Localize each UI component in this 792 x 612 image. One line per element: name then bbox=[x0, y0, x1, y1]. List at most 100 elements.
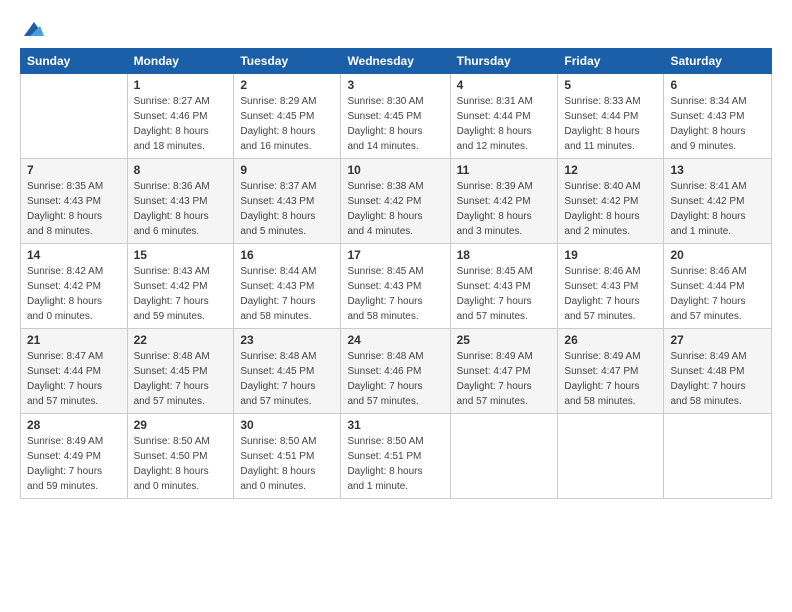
day-info: Sunrise: 8:48 AM Sunset: 4:45 PM Dayligh… bbox=[240, 349, 334, 409]
day-info: Sunrise: 8:41 AM Sunset: 4:42 PM Dayligh… bbox=[670, 179, 765, 239]
day-info: Sunrise: 8:40 AM Sunset: 4:42 PM Dayligh… bbox=[564, 179, 657, 239]
week-row-5: 28 Sunrise: 8:49 AM Sunset: 4:49 PM Dayli… bbox=[21, 414, 772, 499]
day-cell: 18 Sunrise: 8:45 AM Sunset: 4:43 PM Dayli… bbox=[450, 244, 558, 329]
day-cell: 10 Sunrise: 8:38 AM Sunset: 4:42 PM Dayli… bbox=[341, 159, 450, 244]
day-number: 15 bbox=[134, 248, 228, 262]
day-info: Sunrise: 8:48 AM Sunset: 4:45 PM Dayligh… bbox=[134, 349, 228, 409]
day-info: Sunrise: 8:50 AM Sunset: 4:51 PM Dayligh… bbox=[347, 434, 443, 494]
day-cell: 22 Sunrise: 8:48 AM Sunset: 4:45 PM Dayli… bbox=[127, 329, 234, 414]
day-cell: 30 Sunrise: 8:50 AM Sunset: 4:51 PM Dayli… bbox=[234, 414, 341, 499]
day-info: Sunrise: 8:27 AM Sunset: 4:46 PM Dayligh… bbox=[134, 94, 228, 154]
day-info: Sunrise: 8:48 AM Sunset: 4:46 PM Dayligh… bbox=[347, 349, 443, 409]
day-cell: 13Sunrise: 8:41 AM Sunset: 4:42 PM Dayli… bbox=[664, 159, 772, 244]
day-info: Sunrise: 8:42 AM Sunset: 4:42 PM Dayligh… bbox=[27, 264, 121, 324]
day-number: 17 bbox=[347, 248, 443, 262]
day-number: 18 bbox=[457, 248, 552, 262]
day-info: Sunrise: 8:30 AM Sunset: 4:45 PM Dayligh… bbox=[347, 94, 443, 154]
day-number: 27 bbox=[670, 333, 765, 347]
day-info: Sunrise: 8:50 AM Sunset: 4:51 PM Dayligh… bbox=[240, 434, 334, 494]
col-header-saturday: Saturday bbox=[664, 49, 772, 74]
day-cell: 19 Sunrise: 8:46 AM Sunset: 4:43 PM Dayli… bbox=[558, 244, 664, 329]
day-info: Sunrise: 8:31 AM Sunset: 4:44 PM Dayligh… bbox=[457, 94, 552, 154]
day-number: 4 bbox=[457, 78, 552, 92]
day-number: 29 bbox=[134, 418, 228, 432]
calendar-table: SundayMondayTuesdayWednesdayThursdayFrid… bbox=[20, 48, 772, 499]
day-number: 10 bbox=[347, 163, 443, 177]
day-number: 9 bbox=[240, 163, 334, 177]
day-info: Sunrise: 8:35 AM Sunset: 4:43 PM Dayligh… bbox=[27, 179, 121, 239]
day-info: Sunrise: 8:49 AM Sunset: 4:47 PM Dayligh… bbox=[457, 349, 552, 409]
header-row: SundayMondayTuesdayWednesdayThursdayFrid… bbox=[21, 49, 772, 74]
day-cell: 2 Sunrise: 8:29 AM Sunset: 4:45 PM Daylig… bbox=[234, 74, 341, 159]
day-info: Sunrise: 8:39 AM Sunset: 4:42 PM Dayligh… bbox=[457, 179, 552, 239]
day-number: 19 bbox=[564, 248, 657, 262]
day-cell: 20 Sunrise: 8:46 AM Sunset: 4:44 PM Dayli… bbox=[664, 244, 772, 329]
day-number: 7 bbox=[27, 163, 121, 177]
day-cell: 17 Sunrise: 8:45 AM Sunset: 4:43 PM Dayli… bbox=[341, 244, 450, 329]
day-info: Sunrise: 8:29 AM Sunset: 4:45 PM Dayligh… bbox=[240, 94, 334, 154]
day-cell: 27 Sunrise: 8:49 AM Sunset: 4:48 PM Dayli… bbox=[664, 329, 772, 414]
day-cell: 6 Sunrise: 8:34 AM Sunset: 4:43 PM Daylig… bbox=[664, 74, 772, 159]
col-header-friday: Friday bbox=[558, 49, 664, 74]
day-cell: 25 Sunrise: 8:49 AM Sunset: 4:47 PM Dayli… bbox=[450, 329, 558, 414]
day-info: Sunrise: 8:45 AM Sunset: 4:43 PM Dayligh… bbox=[347, 264, 443, 324]
week-row-3: 14 Sunrise: 8:42 AM Sunset: 4:42 PM Dayli… bbox=[21, 244, 772, 329]
day-number: 2 bbox=[240, 78, 334, 92]
col-header-wednesday: Wednesday bbox=[341, 49, 450, 74]
day-number: 28 bbox=[27, 418, 121, 432]
day-info: Sunrise: 8:46 AM Sunset: 4:44 PM Dayligh… bbox=[670, 264, 765, 324]
day-number: 16 bbox=[240, 248, 334, 262]
logo-icon bbox=[22, 18, 46, 42]
day-cell: 11Sunrise: 8:39 AM Sunset: 4:42 PM Dayli… bbox=[450, 159, 558, 244]
logo bbox=[20, 18, 46, 38]
day-cell bbox=[664, 414, 772, 499]
day-cell: 3 Sunrise: 8:30 AM Sunset: 4:45 PM Daylig… bbox=[341, 74, 450, 159]
day-info: Sunrise: 8:45 AM Sunset: 4:43 PM Dayligh… bbox=[457, 264, 552, 324]
day-number: 14 bbox=[27, 248, 121, 262]
day-cell: 21 Sunrise: 8:47 AM Sunset: 4:44 PM Dayli… bbox=[21, 329, 128, 414]
day-cell bbox=[450, 414, 558, 499]
day-info: Sunrise: 8:49 AM Sunset: 4:49 PM Dayligh… bbox=[27, 434, 121, 494]
day-info: Sunrise: 8:47 AM Sunset: 4:44 PM Dayligh… bbox=[27, 349, 121, 409]
day-info: Sunrise: 8:46 AM Sunset: 4:43 PM Dayligh… bbox=[564, 264, 657, 324]
day-number: 5 bbox=[564, 78, 657, 92]
day-cell: 9 Sunrise: 8:37 AM Sunset: 4:43 PM Daylig… bbox=[234, 159, 341, 244]
day-number: 3 bbox=[347, 78, 443, 92]
day-cell bbox=[558, 414, 664, 499]
col-header-sunday: Sunday bbox=[21, 49, 128, 74]
day-info: Sunrise: 8:49 AM Sunset: 4:47 PM Dayligh… bbox=[564, 349, 657, 409]
day-info: Sunrise: 8:43 AM Sunset: 4:42 PM Dayligh… bbox=[134, 264, 228, 324]
week-row-2: 7 Sunrise: 8:35 AM Sunset: 4:43 PM Daylig… bbox=[21, 159, 772, 244]
col-header-tuesday: Tuesday bbox=[234, 49, 341, 74]
day-cell: 5Sunrise: 8:33 AM Sunset: 4:44 PM Daylig… bbox=[558, 74, 664, 159]
day-info: Sunrise: 8:37 AM Sunset: 4:43 PM Dayligh… bbox=[240, 179, 334, 239]
day-info: Sunrise: 8:36 AM Sunset: 4:43 PM Dayligh… bbox=[134, 179, 228, 239]
day-number: 26 bbox=[564, 333, 657, 347]
day-number: 25 bbox=[457, 333, 552, 347]
calendar-page: SundayMondayTuesdayWednesdayThursdayFrid… bbox=[0, 0, 792, 612]
day-cell bbox=[21, 74, 128, 159]
page-header bbox=[20, 18, 772, 38]
day-number: 30 bbox=[240, 418, 334, 432]
day-cell: 1Sunrise: 8:27 AM Sunset: 4:46 PM Daylig… bbox=[127, 74, 234, 159]
day-info: Sunrise: 8:49 AM Sunset: 4:48 PM Dayligh… bbox=[670, 349, 765, 409]
week-row-4: 21 Sunrise: 8:47 AM Sunset: 4:44 PM Dayli… bbox=[21, 329, 772, 414]
day-number: 6 bbox=[670, 78, 765, 92]
day-number: 31 bbox=[347, 418, 443, 432]
day-cell: 12 Sunrise: 8:40 AM Sunset: 4:42 PM Dayli… bbox=[558, 159, 664, 244]
day-info: Sunrise: 8:38 AM Sunset: 4:42 PM Dayligh… bbox=[347, 179, 443, 239]
day-cell: 16Sunrise: 8:44 AM Sunset: 4:43 PM Dayli… bbox=[234, 244, 341, 329]
col-header-monday: Monday bbox=[127, 49, 234, 74]
day-number: 21 bbox=[27, 333, 121, 347]
day-number: 12 bbox=[564, 163, 657, 177]
day-number: 22 bbox=[134, 333, 228, 347]
day-cell: 23Sunrise: 8:48 AM Sunset: 4:45 PM Dayli… bbox=[234, 329, 341, 414]
day-cell: 29Sunrise: 8:50 AM Sunset: 4:50 PM Dayli… bbox=[127, 414, 234, 499]
col-header-thursday: Thursday bbox=[450, 49, 558, 74]
day-cell: 24 Sunrise: 8:48 AM Sunset: 4:46 PM Dayli… bbox=[341, 329, 450, 414]
day-cell: 14 Sunrise: 8:42 AM Sunset: 4:42 PM Dayli… bbox=[21, 244, 128, 329]
day-cell: 28 Sunrise: 8:49 AM Sunset: 4:49 PM Dayli… bbox=[21, 414, 128, 499]
day-number: 24 bbox=[347, 333, 443, 347]
day-info: Sunrise: 8:34 AM Sunset: 4:43 PM Dayligh… bbox=[670, 94, 765, 154]
day-number: 20 bbox=[670, 248, 765, 262]
